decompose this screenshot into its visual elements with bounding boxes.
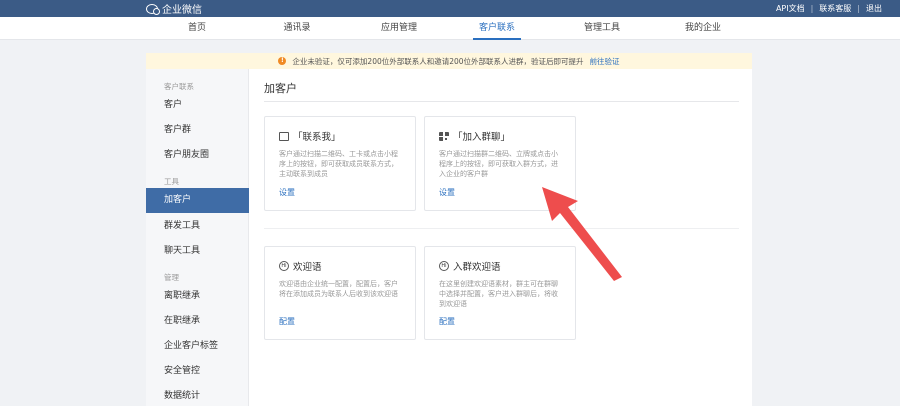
card-description: 客户通过扫描二维码、工卡或点击小程序上的按钮，即可获取成员联系方式，主动联系到成… xyxy=(279,150,398,178)
arrow-shape xyxy=(542,187,622,281)
group-welcome-configure-link[interactable]: 配置 xyxy=(439,316,455,327)
welcome-icon: Hi xyxy=(279,261,289,271)
logo[interactable]: 企业微信 xyxy=(146,1,202,16)
notice-text: 企业未验证，仅可添加200位外部联系人和邀请200位外部联系人进群，验证后即可提… xyxy=(292,56,584,66)
sidebar-item-statistics[interactable]: 数据统计 xyxy=(146,384,249,406)
sidebar-group-management: 管理 xyxy=(164,273,179,282)
card-title: 「联系我」 xyxy=(293,132,341,143)
contact-me-settings-link[interactable]: 设置 xyxy=(279,187,295,198)
verify-link[interactable]: 前往验证 xyxy=(590,56,620,67)
verification-notice: ! 企业未验证，仅可添加200位外部联系人和邀请200位外部联系人进群，验证后即… xyxy=(146,53,752,69)
nav-app-management[interactable]: 应用管理 xyxy=(381,17,417,40)
warning-icon: ! xyxy=(278,57,287,65)
main-nav: 首页 通讯录 应用管理 客户联系 管理工具 我的企业 xyxy=(0,17,900,40)
divider: | xyxy=(810,4,814,13)
card-description: 欢迎语由企业统一配置，配置后，客户将在添加成员为联系人后收到该欢迎语 xyxy=(279,280,398,298)
sidebar-item-chat-tools[interactable]: 聊天工具 xyxy=(146,239,249,264)
nav-management-tools[interactable]: 管理工具 xyxy=(584,17,620,40)
sidebar-item-customers[interactable]: 客户 xyxy=(146,93,249,118)
sidebar: 客户联系 客户 客户群 客户朋友圈 工具 加客户 群发工具 聊天工具 管理 离职… xyxy=(146,69,249,406)
sidebar-item-onjob-inheritance[interactable]: 在职继承 xyxy=(146,309,249,334)
logo-text: 企业微信 xyxy=(162,5,202,16)
card-title: 欢迎语 xyxy=(293,262,322,273)
card-title: 入群欢迎语 xyxy=(453,262,501,273)
top-links: API文档 | 联系客服 | 退出 xyxy=(776,3,882,14)
api-docs-link[interactable]: API文档 xyxy=(776,3,805,14)
nav-home[interactable]: 首页 xyxy=(188,17,206,40)
main-content: 加客户 「联系我」 客户通过扫描二维码、工卡或点击小程序上的按钮，即可获取成员联… xyxy=(249,69,752,406)
divider: | xyxy=(857,4,860,13)
nav-my-enterprise[interactable]: 我的企业 xyxy=(685,17,721,40)
contact-support-link[interactable]: 联系客服 xyxy=(819,3,851,14)
divider xyxy=(264,101,739,102)
welcome-configure-link[interactable]: 配置 xyxy=(279,316,295,327)
card-welcome-message[interactable]: Hi 欢迎语 欢迎语由企业统一配置，配置后，客户将在添加成员为联系人后收到该欢迎语… xyxy=(264,246,416,340)
nav-customer-contact[interactable]: 客户联系 xyxy=(472,17,522,40)
card-contact-me[interactable]: 「联系我」 客户通过扫描二维码、工卡或点击小程序上的按钮，即可获取成员联系方式，… xyxy=(264,116,416,211)
sidebar-item-moments[interactable]: 客户朋友圈 xyxy=(146,143,249,168)
top-bar: 企业微信 API文档 | 联系客服 | 退出 xyxy=(0,0,900,17)
qrcode-icon xyxy=(439,131,449,141)
sidebar-item-resigned-inheritance[interactable]: 离职继承 xyxy=(146,284,249,309)
join-group-settings-link[interactable]: 设置 xyxy=(439,187,455,198)
contact-me-icon xyxy=(279,131,289,141)
sidebar-group-tools: 工具 xyxy=(164,177,179,186)
wecom-logo-icon xyxy=(146,3,160,15)
logout-link[interactable]: 退出 xyxy=(866,3,882,14)
sidebar-item-security[interactable]: 安全管控 xyxy=(146,359,249,384)
sidebar-group-customer-contact: 客户联系 xyxy=(164,82,194,91)
sidebar-item-customer-groups[interactable]: 客户群 xyxy=(146,118,249,143)
red-arrow-annotation xyxy=(542,187,622,281)
nav-contacts[interactable]: 通讯录 xyxy=(283,17,310,40)
page-title: 加客户 xyxy=(264,82,297,95)
group-welcome-icon: Hi xyxy=(439,261,449,271)
divider xyxy=(264,228,739,229)
sidebar-item-add-customers[interactable]: 加客户 xyxy=(146,188,249,213)
card-title: 「加入群聊」 xyxy=(453,132,511,143)
sidebar-item-mass-messaging[interactable]: 群发工具 xyxy=(146,214,249,239)
sidebar-item-customer-tags[interactable]: 企业客户标签 xyxy=(146,334,249,359)
